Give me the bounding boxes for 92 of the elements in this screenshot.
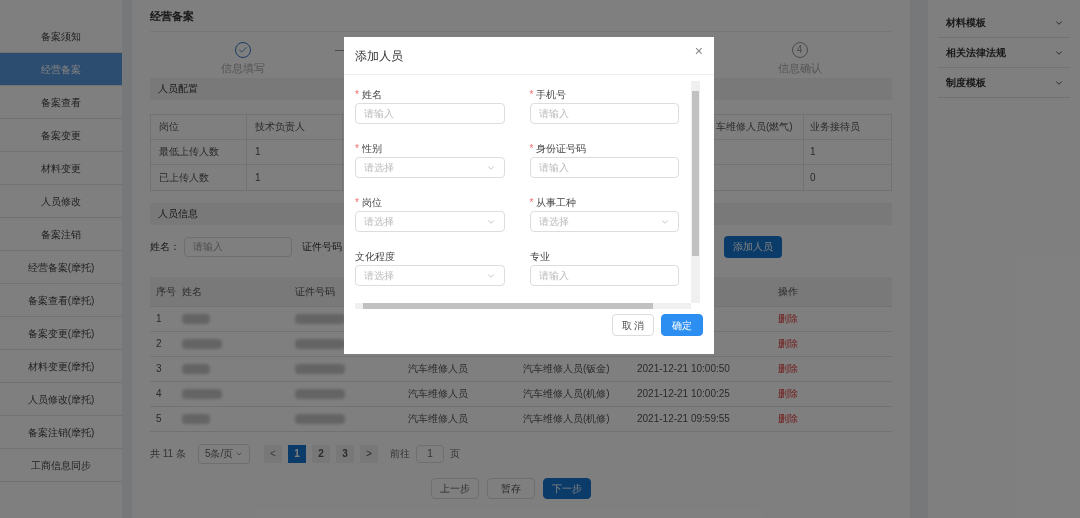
page-suffix: 页 xyxy=(449,447,460,461)
table-cell-text: 2021-12-21 10:00:25 xyxy=(637,387,731,401)
next-page-button[interactable]: > xyxy=(359,444,378,463)
delete-link[interactable]: 删除 xyxy=(778,411,798,426)
blurred-text xyxy=(182,413,210,424)
table-cell-text: 2021-12-21 10:00:50 xyxy=(637,362,731,376)
sidebar-item[interactable]: 备案变更 xyxy=(0,119,122,152)
blurred-text xyxy=(295,363,345,374)
blurred-text xyxy=(295,313,345,324)
sidebar-item[interactable]: 经营备案(摩托) xyxy=(0,251,122,284)
table-cell-text: 汽车维修人员(钣金) xyxy=(523,362,611,376)
table-cell: 1 xyxy=(247,139,343,164)
table-header-cell-text: 业务接待员 xyxy=(810,120,860,134)
goto-input[interactable]: 1 xyxy=(415,444,444,463)
delete-link[interactable]: 删除 xyxy=(778,311,798,326)
table-cell-text: 汽车维修人员(机修) xyxy=(523,412,611,426)
field-label: 专业 xyxy=(529,250,551,264)
delete-link[interactable]: 删除 xyxy=(778,336,798,351)
table-cell-text: 2 xyxy=(155,337,163,351)
field-label: 文化程度 xyxy=(355,250,396,264)
select-field[interactable]: 请选择 xyxy=(355,265,505,286)
table-cell-text: 1 xyxy=(155,312,163,326)
table-header-cell-text: 序号 xyxy=(155,284,177,299)
sidebar-item[interactable]: 人员修改(摩托) xyxy=(0,383,122,416)
filter-label: 姓名： xyxy=(150,240,180,254)
page-title: 经营备案 xyxy=(150,0,892,32)
delete-link[interactable]: 删除 xyxy=(778,386,798,401)
field-label: * 性别 xyxy=(355,142,383,156)
accordion-item[interactable]: 制度模板 xyxy=(938,68,1070,98)
page-button[interactable]: 2 xyxy=(311,444,330,463)
input-field[interactable]: 请输入 xyxy=(529,157,679,178)
blurred-text xyxy=(182,363,210,374)
accordion-item[interactable]: 相关法律法规 xyxy=(938,38,1070,68)
prev-page-button[interactable]: < xyxy=(263,444,282,463)
table-cell: 1 xyxy=(803,139,891,164)
blurred-text xyxy=(182,313,210,324)
horizontal-scrollbar[interactable] xyxy=(355,303,691,309)
select-field[interactable]: 请选择 xyxy=(355,157,505,178)
sidebar-item[interactable]: 人员修改 xyxy=(0,185,122,218)
dialog-button[interactable]: 确定 xyxy=(661,314,703,336)
footer-button[interactable]: 暂存 xyxy=(487,477,535,499)
sidebar-item[interactable]: 材料变更(摩托) xyxy=(0,350,122,383)
table-cell-text: 5 xyxy=(155,412,163,426)
sidebar-item[interactable]: 备案注销(摩托) xyxy=(0,416,122,449)
table-cell-text: 2021-12-21 09:59:55 xyxy=(637,412,731,426)
table-cell-text: 汽车维修人员 xyxy=(408,412,469,426)
blurred-text xyxy=(295,413,345,424)
field-label: * 身份证号码 xyxy=(529,142,588,156)
sidebar-item[interactable]: 备案查看 xyxy=(0,86,122,119)
table-cell-text: 汽车维修人员 xyxy=(408,362,469,376)
sidebar-item[interactable]: 材料变更 xyxy=(0,152,122,185)
table-header-cell-text: 证件号码 xyxy=(295,284,336,299)
sidebar-item[interactable]: 工商信息同步 xyxy=(0,449,122,482)
dialog-button[interactable]: 取 消 xyxy=(612,314,654,336)
blurred-text xyxy=(182,388,222,399)
goto-label: 前往 xyxy=(389,447,410,461)
input-field[interactable]: 请输入 xyxy=(355,103,505,124)
table-cell-text: 3 xyxy=(155,362,163,376)
blurred-text xyxy=(182,338,222,349)
table-cell: 0 xyxy=(803,164,891,190)
blurred-text xyxy=(295,338,345,349)
dialog-title: 添加人员 xyxy=(355,47,403,65)
table-header-cell-text: 姓名 xyxy=(181,284,203,299)
sidebar-item[interactable]: 经营备案 xyxy=(0,53,122,86)
table-header-cell-text: 车维修人员(燃气) xyxy=(716,120,793,134)
sidebar-item[interactable]: 备案变更(摩托) xyxy=(0,317,122,350)
vertical-scrollbar[interactable] xyxy=(691,81,700,303)
footer-button[interactable]: 下一步 xyxy=(543,477,591,499)
table-cell-text: 4 xyxy=(155,387,163,401)
sidebar-item[interactable]: 备案查看(摩托) xyxy=(0,284,122,317)
blurred-text xyxy=(295,388,345,399)
total-count: 共 11 条 xyxy=(150,447,186,461)
delete-link[interactable]: 删除 xyxy=(778,361,798,376)
table-cell-text: 汽车维修人员 xyxy=(408,387,469,401)
page-size-select[interactable]: 5条/页 xyxy=(197,443,250,464)
field-label: * 姓名 xyxy=(355,88,383,102)
table-header-cell: 技术负责人 xyxy=(247,114,343,139)
input-field[interactable]: 请输入 xyxy=(529,265,679,286)
add-staff-button[interactable]: 添加人员 xyxy=(724,235,782,258)
page-button[interactable]: 3 xyxy=(335,444,354,463)
sidebar-item[interactable]: 备案注销 xyxy=(0,218,122,251)
accordion-item[interactable]: 材料模板 xyxy=(938,8,1070,38)
table-cell: 1 xyxy=(247,164,343,190)
page-button[interactable]: 1 xyxy=(287,444,306,463)
close-button[interactable]: × xyxy=(694,43,703,58)
input-field[interactable]: 请输入 xyxy=(529,103,679,124)
table-header-cell: 岗位 xyxy=(151,114,247,139)
table-header-cell-text: 操作 xyxy=(778,284,798,299)
select-field[interactable]: 请选择 xyxy=(355,211,505,232)
select-field[interactable]: 请选择 xyxy=(529,211,679,232)
field-label: * 手机号 xyxy=(529,88,568,102)
table-cell-text: 汽车维修人员(机修) xyxy=(523,387,611,401)
